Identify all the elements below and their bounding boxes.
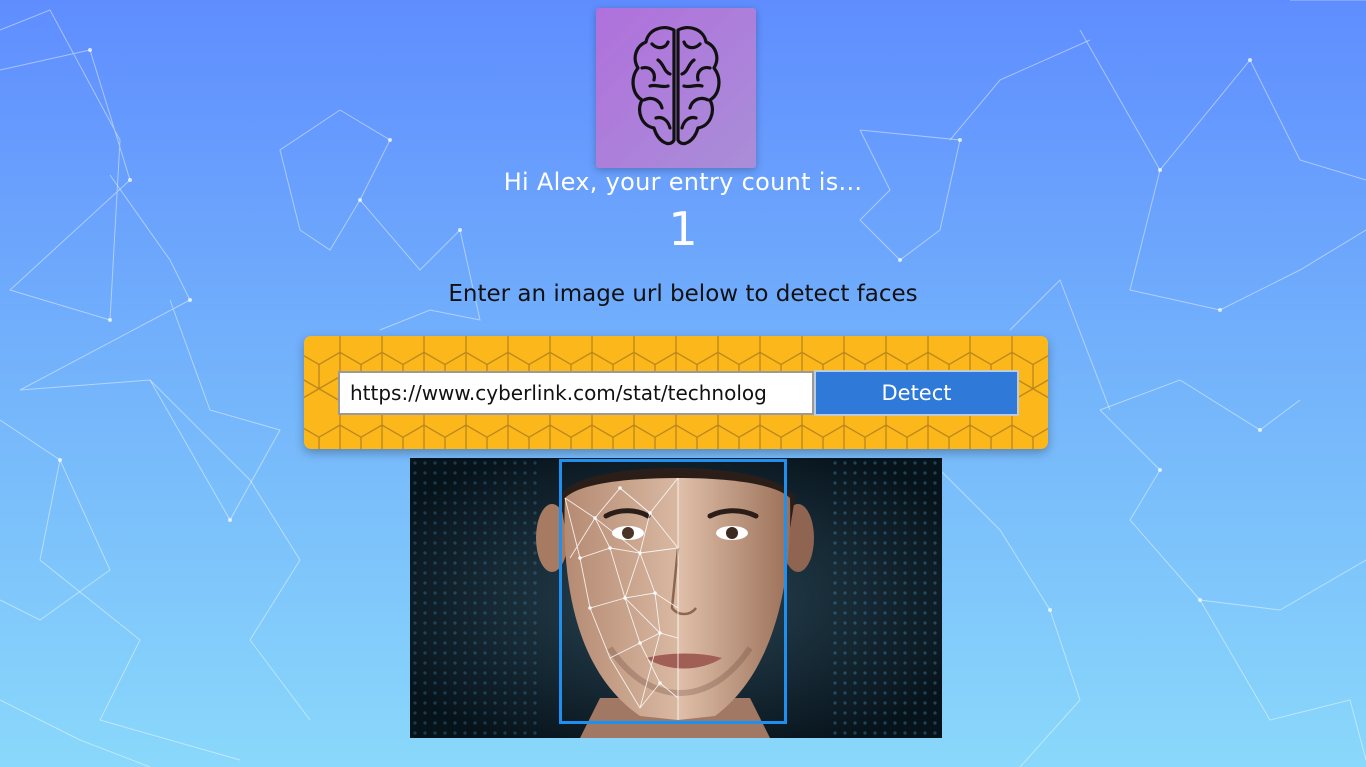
instruction-text: Enter an image url below to detect faces <box>448 281 918 307</box>
brain-icon <box>631 26 721 146</box>
detect-button[interactable]: Detect <box>814 370 1019 416</box>
greeting-text: Hi Alex, your entry count is... <box>503 168 863 196</box>
result-image <box>410 458 942 738</box>
app-logo <box>596 8 756 168</box>
image-url-input[interactable] <box>338 371 814 415</box>
entry-count: 1 <box>668 202 698 256</box>
face-bounding-box <box>559 459 787 724</box>
url-form-panel: Detect <box>304 336 1048 449</box>
